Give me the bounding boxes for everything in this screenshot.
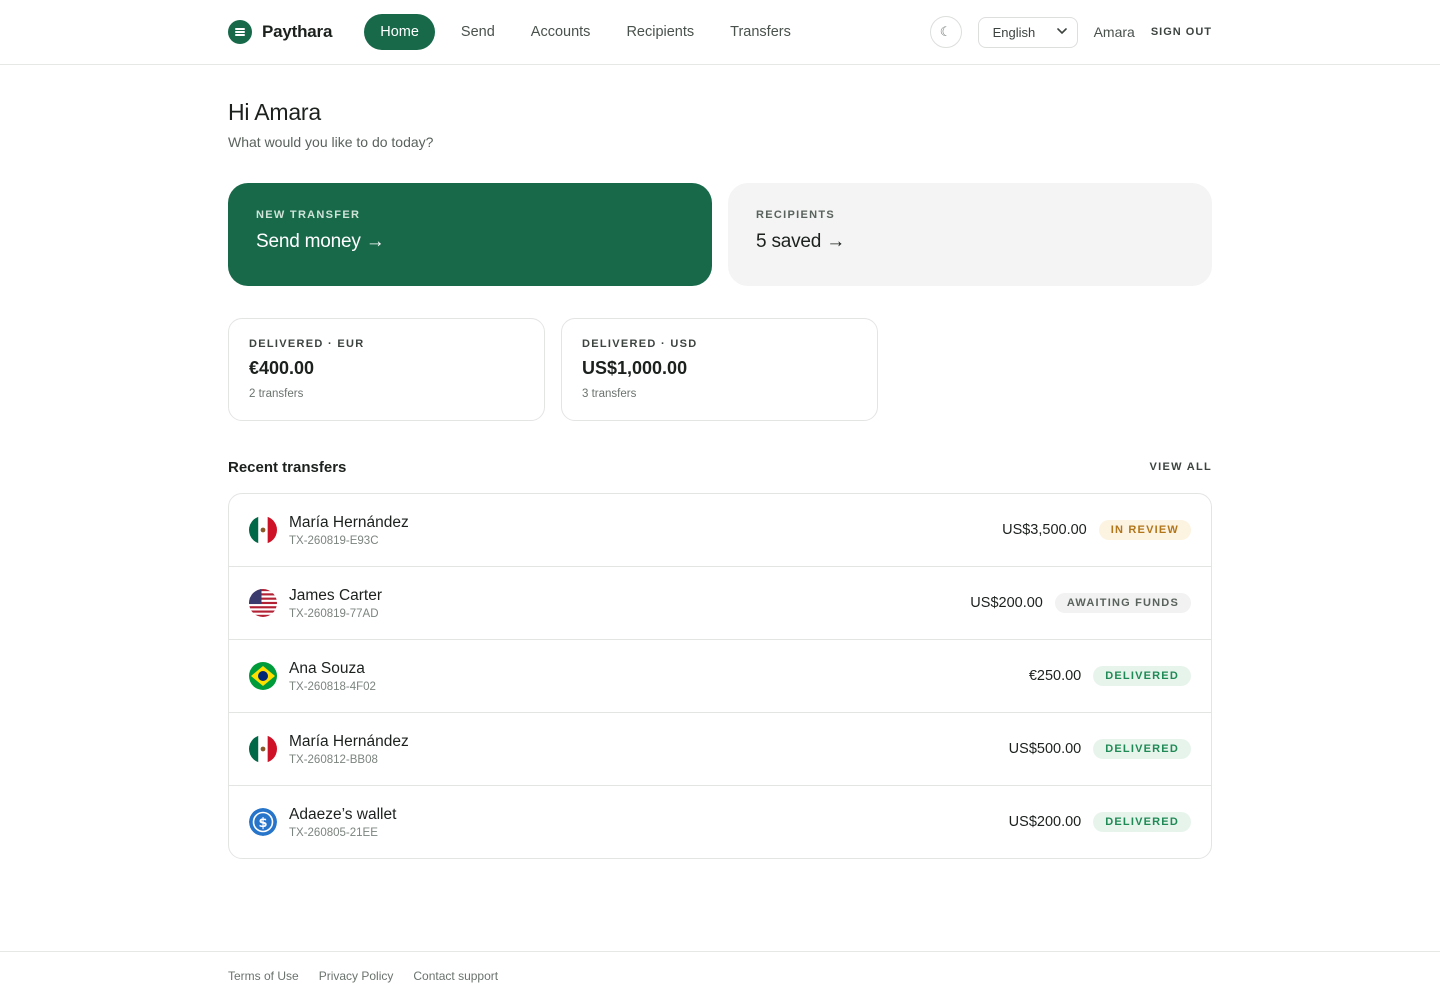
action-cards: NEW TRANSFER Send money → RECIPIENTS 5 s… xyxy=(228,183,1212,286)
footer: Terms of Use Privacy Policy Contact supp… xyxy=(0,951,1440,1000)
nav-transfers[interactable]: Transfers xyxy=(720,14,801,50)
main-nav: Home Send Accounts Recipients Transfers xyxy=(364,14,809,50)
brand-logo[interactable]: Paythara xyxy=(228,20,332,44)
stat-card-eur: DELIVERED · EUR €400.00 2 transfers xyxy=(228,318,545,421)
recipient-name: James Carter xyxy=(289,586,383,604)
chevron-down-icon xyxy=(1056,27,1067,38)
header-actions: ☾ English Amara SIGN OUT xyxy=(929,16,1212,48)
stat-amount: €400.00 xyxy=(249,358,315,378)
send-money-card[interactable]: NEW TRANSFER Send money → xyxy=(228,183,712,286)
top-bar: Paythara Home Send Accounts Recipients T… xyxy=(0,0,1440,65)
recipient-name: Ana Souza xyxy=(289,659,365,677)
recent-transfers-header: Recent transfers VIEW ALL xyxy=(228,457,1212,477)
sign-out-button[interactable]: SIGN OUT xyxy=(1151,26,1212,38)
nav-home[interactable]: Home xyxy=(364,14,435,50)
recipient-name: Adaeze’s wallet xyxy=(289,805,397,823)
user-name: Amara xyxy=(1093,24,1135,40)
transfer-recipient: María Hernández TX-260819-E93C xyxy=(289,514,1002,547)
stats-row: DELIVERED · EUR €400.00 2 transfers DELI… xyxy=(228,318,1212,421)
terms-of-use-link[interactable]: Terms of Use xyxy=(228,969,299,983)
transfer-amount: US$200.00 xyxy=(970,595,1043,611)
recent-transfers-title: Recent transfers xyxy=(228,458,347,476)
transfer-recipient: María Hernández TX-260812-BB08 xyxy=(289,733,1009,766)
send-money-card-label: NEW TRANSFER xyxy=(256,209,361,221)
transfer-row[interactable]: $ Adaeze’s wallet TX-260805-21EE US$200.… xyxy=(229,786,1211,858)
top-bar-inner: Paythara Home Send Accounts Recipients T… xyxy=(228,0,1212,64)
send-money-card-title: Send money → xyxy=(256,231,385,252)
language-select[interactable]: English xyxy=(977,16,1078,48)
transfer-recipient: Ana Souza TX-260818-4F02 xyxy=(289,660,1029,693)
transfer-reference: TX-260805-21EE xyxy=(289,826,378,839)
stat-label: DELIVERED · EUR xyxy=(249,338,365,350)
status-badge: DELIVERED xyxy=(1093,812,1191,832)
stat-label: DELIVERED · USD xyxy=(582,338,698,350)
usa-flag-icon xyxy=(249,589,277,617)
stat-amount: US$1,000.00 xyxy=(582,358,688,378)
transfer-row[interactable]: Ana Souza TX-260818-4F02 €250.00 DELIVER… xyxy=(229,640,1211,713)
transfer-reference: TX-260819-E93C xyxy=(289,534,379,547)
status-badge: DELIVERED xyxy=(1093,666,1191,686)
nav-send[interactable]: Send xyxy=(451,14,505,50)
transfer-row[interactable]: María Hernández TX-260812-BB08 US$500.00… xyxy=(229,713,1211,786)
paythara-logo-icon xyxy=(228,20,252,44)
page-title: Hi Amara xyxy=(228,99,321,125)
moon-icon: ☾ xyxy=(939,24,952,39)
page-subtitle: What would you like to do today? xyxy=(228,134,434,150)
transfer-amount: €250.00 xyxy=(1028,668,1082,684)
status-badge: DELIVERED xyxy=(1093,739,1191,759)
brazil-flag-icon xyxy=(249,662,277,690)
usdc-wallet-icon: $ xyxy=(249,808,277,836)
stat-card-usd: DELIVERED · USD US$1,000.00 3 transfers xyxy=(561,318,878,421)
language-select-value: English xyxy=(992,24,1036,40)
privacy-policy-link[interactable]: Privacy Policy xyxy=(319,969,394,983)
recipient-name: María Hernández xyxy=(289,513,409,531)
recipients-card-label: RECIPIENTS xyxy=(756,209,836,221)
status-badge: AWAITING FUNDS xyxy=(1054,593,1191,613)
nav-accounts[interactable]: Accounts xyxy=(521,14,601,50)
stat-count: 2 transfers xyxy=(249,388,304,400)
view-all-link[interactable]: VIEW ALL xyxy=(1149,461,1212,473)
recent-transfers-list: María Hernández TX-260819-E93C US$3,500.… xyxy=(228,493,1212,859)
contact-support-link[interactable]: Contact support xyxy=(413,969,498,983)
recipient-name: María Hernández xyxy=(289,732,409,750)
transfer-reference: TX-260819-77AD xyxy=(289,607,379,620)
transfer-reference: TX-260812-BB08 xyxy=(289,753,378,766)
status-badge: IN REVIEW xyxy=(1098,520,1191,540)
transfer-recipient: James Carter TX-260819-77AD xyxy=(289,587,970,620)
transfer-amount: US$200.00 xyxy=(1008,814,1082,830)
brand-name: Paythara xyxy=(262,22,333,41)
transfer-recipient: Adaeze’s wallet TX-260805-21EE xyxy=(289,806,1009,839)
transfer-amount: US$3,500.00 xyxy=(1002,522,1087,538)
main-content: Hi Amara What would you like to do today… xyxy=(228,65,1212,859)
stat-count: 3 transfers xyxy=(582,388,637,400)
recipients-card[interactable]: RECIPIENTS 5 saved → xyxy=(728,183,1212,286)
recipients-card-title: 5 saved → xyxy=(756,231,846,252)
mexico-flag-icon xyxy=(249,516,277,544)
svg-text:$: $ xyxy=(258,816,267,831)
mexico-flag-icon xyxy=(249,735,277,763)
nav-recipients[interactable]: Recipients xyxy=(616,14,704,50)
transfer-amount: US$500.00 xyxy=(1008,741,1082,757)
theme-toggle-button[interactable]: ☾ xyxy=(929,16,962,48)
footer-links: Terms of Use Privacy Policy Contact supp… xyxy=(228,969,498,983)
transfer-reference: TX-260818-4F02 xyxy=(289,680,376,693)
transfer-row[interactable]: María Hernández TX-260819-E93C US$3,500.… xyxy=(229,494,1211,567)
transfer-row[interactable]: James Carter TX-260819-77AD US$200.00 AW… xyxy=(229,567,1211,640)
